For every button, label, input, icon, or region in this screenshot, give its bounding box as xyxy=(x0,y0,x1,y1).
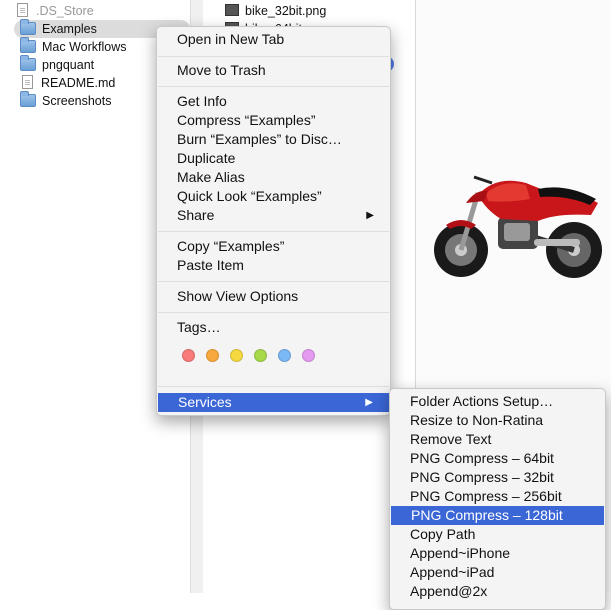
menu-item-move-to-trash[interactable]: Move to Trash xyxy=(177,61,378,80)
motorcycle-preview-image xyxy=(434,175,602,278)
list-item[interactable]: pngquant xyxy=(14,55,94,74)
folder-icon xyxy=(20,91,36,107)
tag-green-dot[interactable] xyxy=(254,349,267,362)
chevron-right-icon: ▶ xyxy=(366,210,374,221)
context-menu: Open in New Tab Move to Trash Get Info C… xyxy=(156,26,391,416)
folder-icon xyxy=(20,37,36,53)
menu-item-duplicate[interactable]: Duplicate xyxy=(177,149,378,168)
list-item[interactable]: .DS_Store xyxy=(14,2,94,20)
menu-separator xyxy=(158,312,389,313)
folder-icon xyxy=(20,19,36,35)
menu-item-make-alias[interactable]: Make Alias xyxy=(177,168,378,187)
menu-item-open-in-new-tab[interactable]: Open in New Tab xyxy=(177,30,378,49)
menu-separator xyxy=(158,231,389,232)
menu-item-services-highlighted[interactable]: Services ▶ xyxy=(158,393,389,412)
menu-separator xyxy=(158,281,389,282)
menu-item-quick-look[interactable]: Quick Look “Examples” xyxy=(177,187,378,206)
menu-item-copy[interactable]: Copy “Examples” xyxy=(177,237,378,256)
tag-blue-dot[interactable] xyxy=(278,349,291,362)
list-item[interactable]: Mac Workflows xyxy=(14,37,127,56)
document-icon xyxy=(17,3,28,17)
menu-item-services[interactable]: Services ▶ xyxy=(178,393,377,412)
list-item[interactable]: Screenshots xyxy=(14,91,111,110)
menu-item-tags[interactable]: Tags… xyxy=(177,318,378,337)
service-resize-non-ratina[interactable]: Resize to Non-Ratina xyxy=(410,411,599,430)
service-folder-actions-setup[interactable]: Folder Actions Setup… xyxy=(410,392,599,411)
menu-separator xyxy=(158,56,389,57)
service-png-compress-32bit[interactable]: PNG Compress – 32bit xyxy=(410,468,599,487)
service-highlighted[interactable]: PNG Compress – 128bit xyxy=(391,506,604,525)
service-png-compress-128bit[interactable]: PNG Compress – 128bit xyxy=(411,506,598,525)
menu-item-compress[interactable]: Compress “Examples” xyxy=(177,111,378,130)
service-append-iphone[interactable]: Append~iPhone xyxy=(410,544,599,563)
tag-yellow-dot[interactable] xyxy=(230,349,243,362)
folder-icon xyxy=(20,55,36,71)
menu-separator xyxy=(158,86,389,87)
list-item[interactable]: bike_32bit.png xyxy=(225,2,326,20)
menu-separator xyxy=(158,386,389,387)
menu-item-burn-to-disc[interactable]: Burn “Examples” to Disc… xyxy=(177,130,378,149)
tag-purple-dot[interactable] xyxy=(302,349,315,362)
document-icon xyxy=(22,75,33,89)
service-copy-path[interactable]: Copy Path xyxy=(410,525,599,544)
service-append-2x[interactable]: Append@2x xyxy=(410,582,599,601)
service-append-ipad[interactable]: Append~iPad xyxy=(410,563,599,582)
chevron-right-icon: ▶ xyxy=(365,397,373,408)
tag-orange-dot[interactable] xyxy=(206,349,219,362)
service-remove-text[interactable]: Remove Text xyxy=(410,430,599,449)
menu-item-paste-item[interactable]: Paste Item xyxy=(177,256,378,275)
list-item[interactable]: README.md xyxy=(14,74,115,92)
menu-item-share[interactable]: Share ▶ xyxy=(177,206,378,225)
services-submenu: Folder Actions Setup… Resize to Non-Rati… xyxy=(389,388,606,610)
tag-red-dot[interactable] xyxy=(182,349,195,362)
service-png-compress-256bit[interactable]: PNG Compress – 256bit xyxy=(410,487,599,506)
image-file-icon xyxy=(225,4,239,16)
menu-item-show-view-options[interactable]: Show View Options xyxy=(177,287,378,306)
service-png-compress-64bit[interactable]: PNG Compress – 64bit xyxy=(410,449,599,468)
menu-item-get-info[interactable]: Get Info xyxy=(177,92,378,111)
